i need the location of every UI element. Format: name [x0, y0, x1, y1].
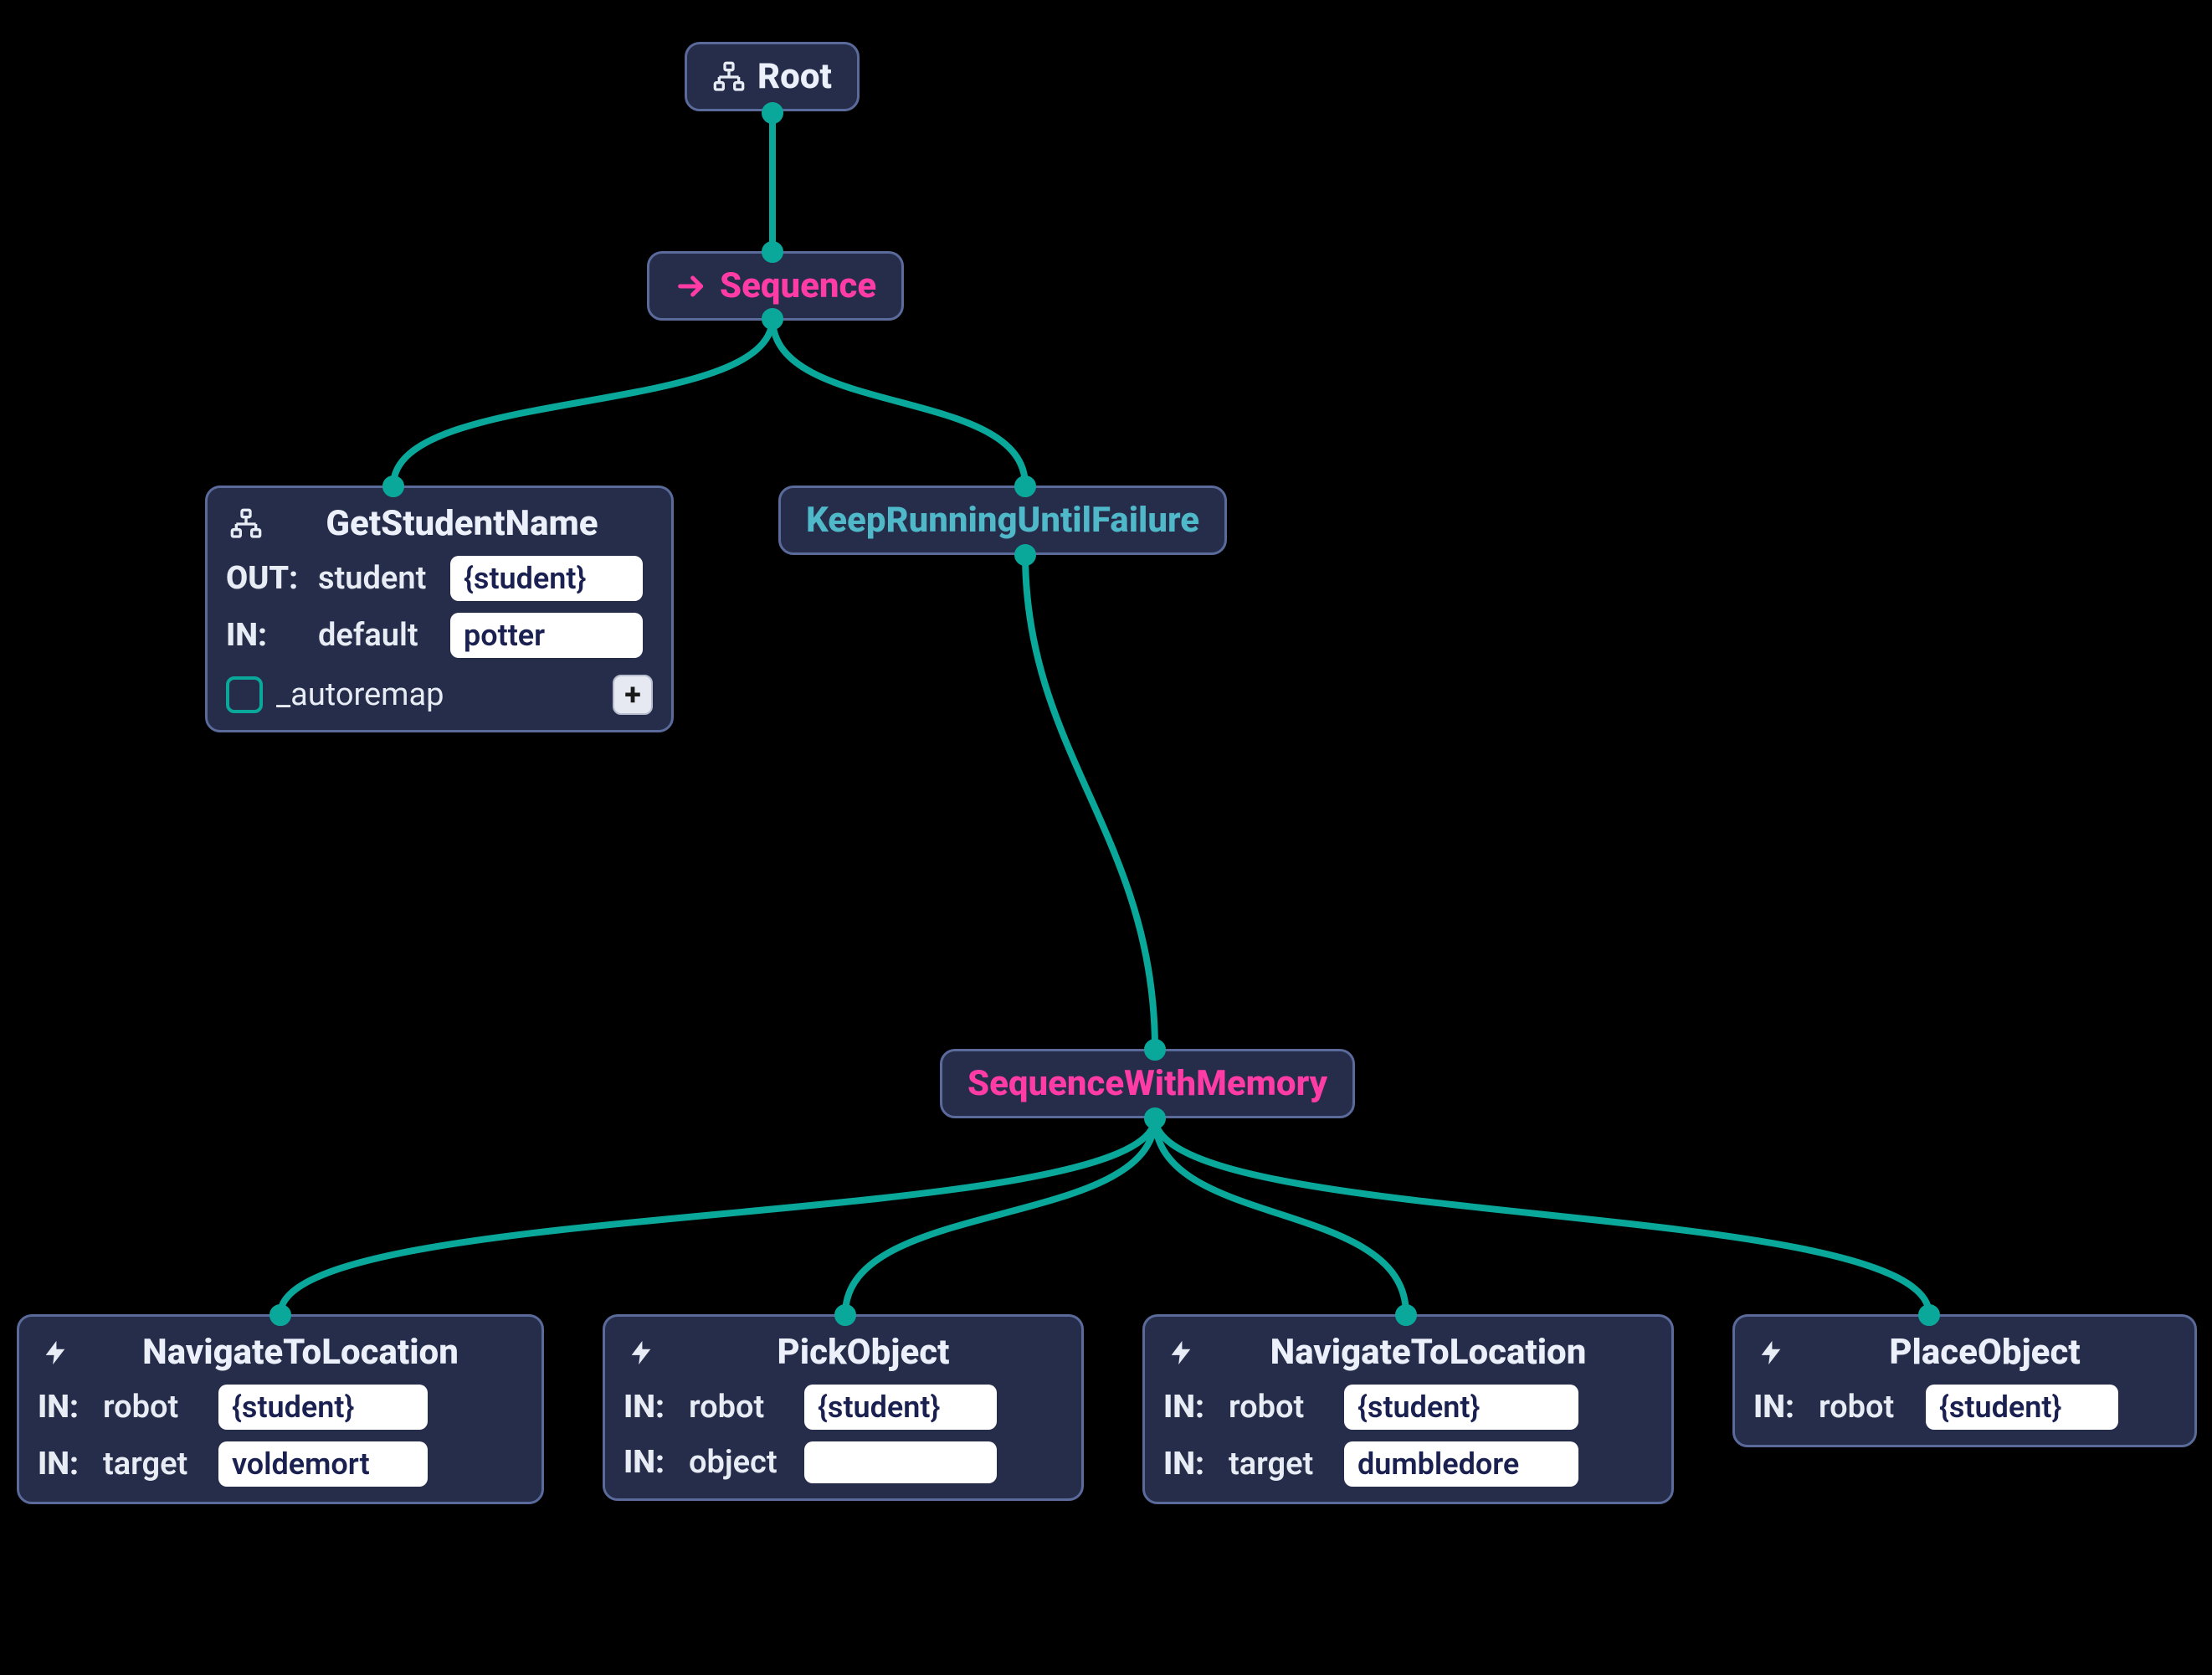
port-root-out[interactable] [762, 102, 783, 124]
port-value-field[interactable]: {student} [804, 1385, 997, 1430]
node-keeprunninguntilfailure[interactable]: KeepRunningUntilFailure [778, 486, 1227, 555]
port-key: robot [103, 1389, 203, 1426]
autoremap-checkbox[interactable] [226, 676, 263, 713]
port-key: robot [1229, 1389, 1329, 1426]
port-row: IN: robot {student} [1163, 1385, 1653, 1430]
port-place-in[interactable] [1918, 1304, 1940, 1326]
autoremap-label: _autoremap [276, 676, 599, 713]
port-nav1-in[interactable] [269, 1304, 291, 1326]
node-root-title: Root [757, 56, 832, 97]
port-row: IN: object [624, 1441, 1063, 1483]
port-value-field[interactable]: voldemort [218, 1441, 428, 1487]
node-nav2-title: NavigateToLocation [1207, 1332, 1650, 1373]
node-seqmem-title: SequenceWithMemory [967, 1063, 1327, 1104]
bolt-icon [1757, 1336, 1785, 1369]
node-getstudentname-title: GetStudentName [275, 503, 649, 544]
port-row: OUT: student {student} [226, 556, 653, 601]
port-direction: IN: [1163, 1389, 1214, 1426]
bolt-icon [41, 1336, 69, 1369]
node-pick-title: PickObject [667, 1332, 1060, 1373]
node-root[interactable]: Root [685, 42, 860, 111]
port-row: IN: default potter [226, 613, 653, 658]
port-direction: OUT: [226, 560, 303, 597]
port-key: robot [689, 1389, 789, 1426]
node-nav1-title: NavigateToLocation [81, 1332, 520, 1373]
port-key: target [103, 1446, 203, 1482]
port-seq-out[interactable] [762, 308, 783, 330]
node-sequence-title: Sequence [720, 265, 876, 306]
port-row: IN: target voldemort [38, 1441, 523, 1487]
port-value-field[interactable]: {student} [1926, 1385, 2118, 1430]
port-key: target [1229, 1446, 1329, 1482]
port-row: IN: target dumbledore [1163, 1441, 1653, 1487]
port-value-field[interactable] [804, 1441, 997, 1483]
port-seqmem-in[interactable] [1144, 1039, 1166, 1061]
port-key: robot [1819, 1389, 1911, 1426]
port-nav2-in[interactable] [1395, 1304, 1417, 1326]
arrow-right-icon [675, 270, 708, 303]
node-navigatetolocation-1[interactable]: NavigateToLocation IN: robot {student} I… [17, 1314, 544, 1504]
port-direction: IN: [38, 1389, 88, 1426]
port-keep-in[interactable] [1014, 475, 1036, 497]
node-pickobject[interactable]: PickObject IN: robot {student} IN: objec… [603, 1314, 1084, 1501]
node-navigatetolocation-2[interactable]: NavigateToLocation IN: robot {student} I… [1142, 1314, 1674, 1504]
port-value-field[interactable]: {student} [218, 1385, 428, 1430]
port-getstu-in[interactable] [382, 475, 404, 497]
port-seqmem-out[interactable] [1144, 1107, 1166, 1129]
node-keep-title: KeepRunningUntilFailure [806, 500, 1199, 541]
port-keep-out[interactable] [1014, 544, 1036, 566]
port-value-field[interactable]: {student} [1344, 1385, 1578, 1430]
port-direction: IN: [226, 617, 303, 654]
port-direction: IN: [38, 1446, 88, 1482]
port-row: IN: robot {student} [624, 1385, 1063, 1430]
port-seq-in[interactable] [762, 241, 783, 263]
port-direction: IN: [624, 1444, 674, 1481]
bolt-icon [627, 1336, 655, 1369]
add-port-button[interactable]: + [613, 675, 653, 715]
tree-icon [229, 507, 263, 541]
port-row: IN: robot {student} [1753, 1385, 2176, 1430]
node-place-title: PlaceObject [1797, 1332, 2173, 1373]
port-value-field[interactable]: dumbledore [1344, 1441, 1578, 1487]
port-direction: IN: [624, 1389, 674, 1426]
port-pick-in[interactable] [834, 1304, 856, 1326]
bolt-icon [1167, 1336, 1195, 1369]
port-value-field[interactable]: {student} [450, 556, 643, 601]
port-key: student [318, 560, 435, 597]
node-placeobject[interactable]: PlaceObject IN: robot {student} [1732, 1314, 2197, 1447]
port-value-field[interactable]: potter [450, 613, 643, 658]
port-key: object [689, 1444, 789, 1481]
port-key: default [318, 617, 435, 654]
tree-icon [712, 60, 746, 94]
port-direction: IN: [1163, 1446, 1214, 1482]
port-row: IN: robot {student} [38, 1385, 523, 1430]
node-getstudentname[interactable]: GetStudentName OUT: student {student} IN… [205, 486, 674, 732]
node-sequencewithmemory[interactable]: SequenceWithMemory [940, 1049, 1355, 1118]
port-direction: IN: [1753, 1389, 1804, 1426]
